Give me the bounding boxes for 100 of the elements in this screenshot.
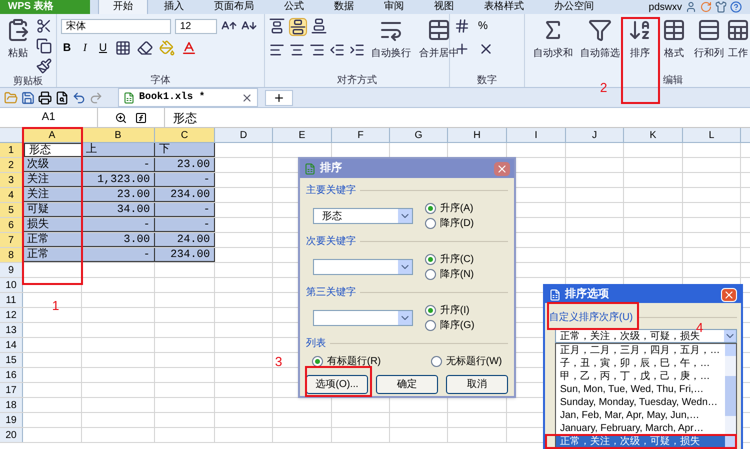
table-cell[interactable]: 24.00 (155, 233, 215, 247)
name-box[interactable]: A1 (0, 108, 98, 127)
app-menu-button[interactable]: WPS 表格 (0, 0, 90, 14)
save-icon[interactable] (21, 90, 35, 104)
column-header[interactable]: L (683, 128, 741, 142)
radio-button[interactable] (425, 254, 436, 265)
table-cell[interactable]: - (82, 218, 155, 232)
row-header[interactable]: 4 (0, 188, 23, 202)
print-icon[interactable] (38, 90, 52, 104)
row-header[interactable]: 18 (0, 398, 23, 412)
radio-button[interactable] (425, 305, 436, 316)
font-size-field[interactable]: 12 (175, 18, 217, 34)
formula-field[interactable]: 形态 (164, 108, 750, 127)
editing-button[interactable]: 排序 (624, 18, 656, 61)
zoom-icon[interactable] (115, 112, 127, 124)
table-cell[interactable]: 1,323.00 (82, 173, 155, 187)
ribbon-tab[interactable]: 表格样式 (470, 0, 538, 14)
print-preview-icon[interactable] (55, 90, 69, 104)
outdent-icon[interactable] (329, 42, 345, 58)
table-cell[interactable]: 3.00 (82, 233, 155, 247)
copy-icon[interactable] (36, 38, 52, 54)
editing-button[interactable]: 行和列 (692, 18, 726, 61)
row-header[interactable]: 9 (0, 263, 23, 277)
column-header[interactable]: F (332, 128, 390, 142)
user-icon[interactable] (685, 1, 697, 13)
column-header[interactable]: H (448, 128, 507, 142)
table-cell[interactable]: - (155, 218, 215, 232)
ribbon-tab[interactable]: 办公空间 (540, 0, 608, 14)
row-header[interactable]: 3 (0, 173, 23, 187)
row-header[interactable]: 20 (0, 428, 23, 442)
table-cell[interactable]: 下 (155, 143, 215, 157)
editing-button[interactable]: 自动求和 (530, 18, 576, 61)
row-header[interactable]: 15 (0, 353, 23, 367)
key-select[interactable] (313, 259, 413, 275)
radio-button[interactable] (425, 218, 436, 229)
table-cell[interactable]: 关注 (23, 188, 82, 202)
column-header[interactable]: D (215, 128, 273, 142)
row-header[interactable]: 8 (0, 248, 23, 262)
row-header[interactable]: 16 (0, 368, 23, 382)
help-icon[interactable] (730, 1, 742, 13)
wrap-text-button[interactable]: 自动换行 (369, 18, 413, 61)
table-cell[interactable]: 可疑 (23, 203, 82, 217)
document-tab[interactable]: Book1.xls * (118, 88, 258, 107)
dialog-button[interactable]: 确定 (376, 375, 438, 394)
row-header[interactable]: 2 (0, 158, 23, 172)
radio-button[interactable] (425, 269, 436, 280)
radio-button[interactable] (425, 320, 436, 331)
ribbon-tab[interactable]: 开始 (98, 0, 148, 14)
row-header[interactable]: 13 (0, 323, 23, 337)
row-header[interactable]: 14 (0, 338, 23, 352)
table-cell[interactable]: 23.00 (82, 188, 155, 202)
table-cell[interactable]: 23.00 (155, 158, 215, 172)
table-cell[interactable]: 正常 (23, 248, 82, 262)
align-left-icon[interactable] (269, 42, 285, 58)
table-cell[interactable]: - (82, 158, 155, 172)
table-cell[interactable]: 正常 (23, 233, 82, 247)
cut-icon[interactable] (36, 18, 52, 34)
close-button[interactable] (721, 288, 737, 302)
ribbon-tab[interactable]: 公式 (270, 0, 318, 14)
align-top-icon[interactable] (269, 18, 285, 34)
table-cell[interactable]: 关注 (23, 173, 82, 187)
row-header[interactable]: 1 (0, 143, 23, 157)
column-header[interactable]: K (624, 128, 683, 142)
align-middle-button[interactable] (289, 18, 307, 36)
order-option[interactable]: Jan, Feb, Mar, Apr, May, Jun,… (556, 409, 725, 422)
order-option[interactable]: 子，丑，寅，卯，辰，巳，午，… (556, 357, 725, 370)
key-select[interactable]: 形态 (313, 208, 413, 224)
column-header[interactable]: I (507, 128, 566, 142)
row-header[interactable]: 5 (0, 203, 23, 217)
paste-button[interactable]: 粘贴 (4, 18, 32, 61)
align-bottom-icon[interactable] (311, 18, 327, 34)
radio-button[interactable] (312, 356, 323, 367)
ribbon-tab[interactable]: 审阅 (370, 0, 418, 14)
table-cell[interactable]: 次级 (23, 158, 82, 172)
row-header[interactable]: 7 (0, 233, 23, 247)
order-option[interactable]: Sunday, Monday, Tuesday, Wedn… (556, 396, 725, 409)
borders-icon[interactable] (115, 40, 131, 56)
radio-button[interactable] (430, 356, 442, 367)
style-button[interactable]: I (79, 40, 91, 56)
order-option[interactable]: Sun, Mon, Tue, Wed, Thu, Fri,… (556, 383, 725, 396)
column-header[interactable]: B (82, 128, 155, 142)
row-header[interactable]: 11 (0, 293, 23, 307)
table-cell[interactable]: 234.00 (155, 188, 215, 202)
format-painter-icon[interactable] (36, 58, 52, 74)
close-icon[interactable] (241, 92, 253, 104)
eraser-icon[interactable] (137, 40, 153, 56)
ribbon-tab[interactable]: 数据 (320, 0, 368, 14)
align-center-icon[interactable] (289, 42, 305, 58)
order-option[interactable]: January, February, March, Apr… (556, 422, 725, 435)
indent-icon[interactable] (349, 42, 365, 58)
column-header[interactable]: J (566, 128, 624, 142)
percent-button[interactable]: % (478, 18, 488, 34)
shirt-icon[interactable] (715, 1, 727, 13)
order-option[interactable]: 正月，二月，三月，四月，五月，… (556, 344, 725, 357)
ribbon-tab[interactable]: 页面布局 (200, 0, 268, 14)
radio-button[interactable] (425, 203, 436, 214)
style-button[interactable]: U (97, 40, 109, 56)
table-cell[interactable]: 234.00 (155, 248, 215, 262)
column-header[interactable]: G (390, 128, 448, 142)
ribbon-tab[interactable]: 视图 (420, 0, 468, 14)
